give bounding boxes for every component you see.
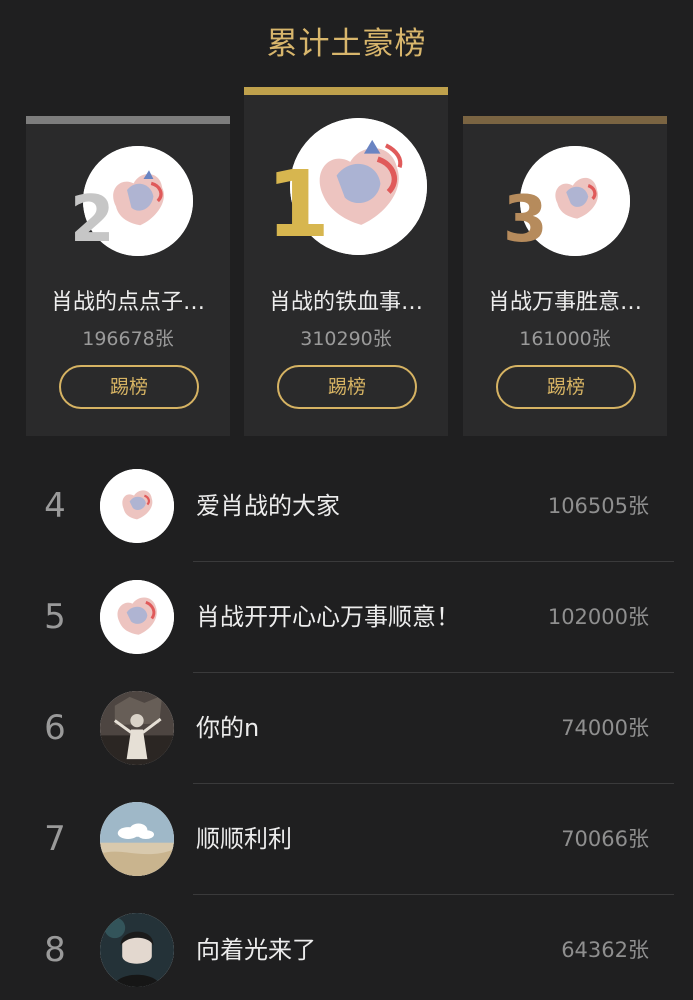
avatar[interactable]	[100, 469, 174, 543]
ticket-count: 196678张	[82, 328, 174, 350]
list-item[interactable]: 4 爱肖战的大家 106505张	[0, 451, 693, 562]
avatar[interactable]	[100, 580, 174, 654]
ticket-count: 64362张	[561, 938, 649, 962]
rank-number: 2	[70, 183, 115, 257]
rank-number: 6	[44, 708, 66, 748]
kick-button[interactable]: 踢榜	[277, 365, 417, 409]
page-title: 累计土豪榜	[266, 26, 427, 62]
portrait-avatar-icon	[100, 913, 174, 987]
user-name: 你的n	[196, 714, 260, 742]
user-name: 向着光来了	[196, 936, 316, 964]
leaderboard-page: 累计土豪榜 2 肖战的点点子… 196678张 踢榜 1 肖战的铁血事… 310…	[0, 0, 693, 1000]
list-item[interactable]: 7 顺顺利利 70066张	[0, 784, 693, 895]
user-name: 爱肖战的大家	[196, 492, 340, 520]
avatar[interactable]	[100, 691, 174, 765]
avatar[interactable]	[100, 802, 174, 876]
podium-rank-2[interactable]: 2 肖战的点点子… 196678张 踢榜	[26, 116, 230, 436]
photo-avatar-icon	[100, 691, 174, 765]
rank-number: 3	[503, 183, 548, 257]
ticket-count: 74000张	[561, 716, 649, 740]
user-name: 肖战的铁血事…	[268, 290, 423, 315]
ticket-count: 310290张	[300, 328, 392, 350]
heart-painting-icon	[100, 580, 174, 654]
rank-number: 1	[266, 151, 331, 258]
podium-rank-3[interactable]: 3 肖战万事胜意… 161000张 踢榜	[463, 116, 667, 436]
bronze-bar	[463, 116, 667, 124]
ticket-count: 161000张	[519, 328, 611, 350]
rank-number: 5	[44, 597, 66, 637]
list-item[interactable]: 5 肖战开开心心万事顺意！ 102000张	[0, 562, 693, 673]
heart-painting-icon	[100, 469, 174, 543]
ticket-count: 102000张	[547, 605, 649, 629]
cloud-desert-icon	[100, 802, 174, 876]
user-name: 肖战万事胜意…	[487, 290, 642, 315]
rank-number: 8	[44, 930, 66, 970]
list-item[interactable]: 6 你的n 74000张	[0, 673, 693, 784]
user-name: 顺顺利利	[196, 825, 292, 853]
kick-button[interactable]: 踢榜	[59, 365, 199, 409]
rank-number: 4	[44, 486, 66, 526]
silver-bar	[26, 116, 230, 124]
ticket-count: 106505张	[547, 494, 649, 518]
list-item[interactable]: 8 向着光来了 64362张	[0, 895, 693, 1000]
gold-bar	[244, 87, 448, 95]
ticket-count: 70066张	[561, 827, 649, 851]
kick-button[interactable]: 踢榜	[496, 365, 636, 409]
rank-number: 7	[44, 819, 66, 859]
user-name: 肖战的点点子…	[50, 290, 205, 315]
avatar[interactable]	[100, 913, 174, 987]
user-name: 肖战开开心心万事顺意！	[196, 603, 460, 631]
podium-rank-1[interactable]: 1 肖战的铁血事… 310290张 踢榜	[244, 87, 448, 436]
